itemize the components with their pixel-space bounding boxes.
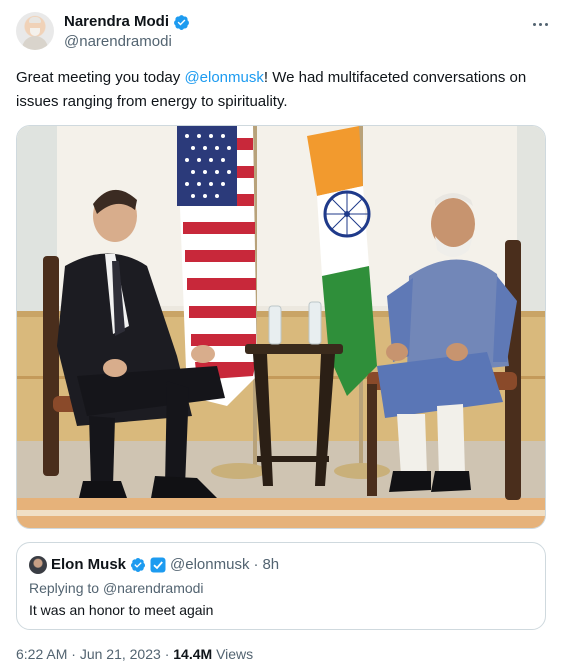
photo-illustration	[17, 126, 545, 528]
tweet-date[interactable]: Jun 21, 2023	[80, 646, 161, 662]
tweet-meta: 6:22 AM · Jun 21, 2023 · 14.4M Views	[16, 644, 253, 664]
author-name-row[interactable]: Narendra Modi	[64, 12, 190, 32]
more-dot	[544, 22, 548, 26]
quoted-dot-separator: ·	[253, 556, 259, 573]
author-avatar[interactable]	[16, 12, 54, 50]
meta-separator: ·	[71, 646, 76, 662]
tweet-time[interactable]: 6:22 AM	[16, 646, 67, 662]
avatar-beard	[30, 28, 40, 36]
quoted-tweet-text: It was an honor to meet again	[29, 602, 214, 618]
author-handle[interactable]: @narendramodi	[64, 32, 190, 52]
quoted-reply-prefix: Replying to	[29, 580, 103, 596]
tweet-text-before: Great meeting you today	[16, 69, 185, 86]
quoted-tweet[interactable]: Elon Musk @elonmusk · 8h Replying to @na…	[16, 542, 546, 630]
quoted-author-avatar[interactable]	[29, 556, 47, 574]
avatar-shoulders	[22, 36, 48, 50]
quoted-tweet-header: Elon Musk @elonmusk · 8h	[29, 555, 279, 575]
views-label: Views	[216, 646, 254, 662]
quoted-replying-to: Replying to @narendramodi	[29, 579, 204, 597]
quoted-author-handle[interactable]: @elonmusk	[170, 555, 249, 575]
avatar-hair	[29, 17, 41, 23]
tweet-header: Narendra Modi @narendramodi	[16, 12, 551, 56]
author-display-name[interactable]: Narendra Modi	[64, 12, 169, 32]
quoted-time[interactable]: 8h	[262, 555, 279, 575]
quoted-reply-handle[interactable]: @narendramodi	[103, 580, 204, 596]
verified-badge-icon	[174, 14, 189, 30]
views-count: 14.4M	[173, 646, 213, 662]
meta-separator: ·	[164, 646, 170, 662]
more-dot	[538, 22, 542, 26]
tweet-card: Narendra Modi @narendramodi Great meetin…	[0, 0, 567, 672]
tweet-text: Great meeting you today @elonmusk! We ha…	[16, 66, 556, 114]
more-dots-icon[interactable]	[529, 14, 551, 34]
quoted-verified-badge-icon	[131, 558, 146, 572]
tweet-photo[interactable]	[16, 125, 546, 529]
tweet-mention-link[interactable]: @elonmusk	[184, 69, 263, 86]
author-names: Narendra Modi @narendramodi	[64, 12, 190, 52]
quoted-author-name[interactable]: Elon Musk	[51, 555, 126, 575]
affiliation-badge-icon	[150, 557, 166, 573]
more-dot	[532, 22, 536, 26]
